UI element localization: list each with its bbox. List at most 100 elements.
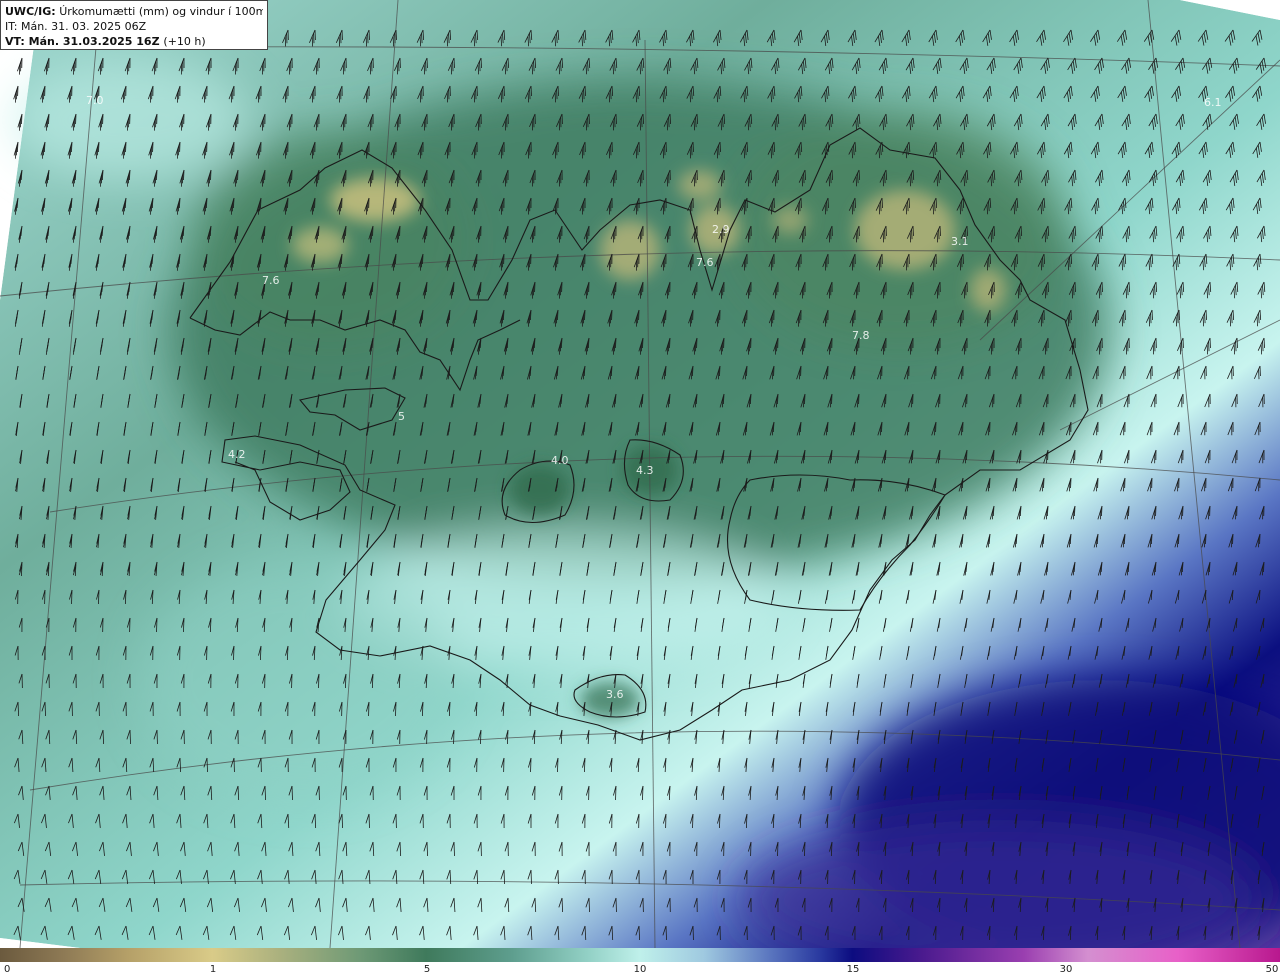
wind-barb-feather: [1263, 337, 1265, 349]
wind-barb-feather: [528, 316, 530, 327]
wind-barb-feather: [1178, 309, 1180, 321]
wind-barb-feather: [1177, 537, 1179, 548]
wind-barb-feather: [1101, 281, 1103, 293]
wind-barb-feather: [938, 453, 940, 464]
wind-barb-feather: [1100, 285, 1102, 296]
wind-barb-feather: [231, 204, 233, 215]
wind-barb-feather: [1073, 509, 1075, 520]
wind-barb-feather: [716, 148, 719, 159]
wind-barb-feather: [1015, 257, 1017, 268]
wind-barb-feather: [939, 449, 941, 461]
wind-barb-feather: [1260, 344, 1263, 355]
wind-barb-feather: [155, 173, 157, 184]
wind-barb-feather: [880, 201, 882, 212]
wind-barb-feather: [911, 453, 913, 464]
wind-barb-feather: [395, 253, 397, 265]
wind-barb-feather: [719, 141, 721, 153]
wind-barb-feather: [393, 260, 395, 271]
wind-barb-feather: [395, 29, 397, 41]
wind-barb-feather: [368, 253, 370, 265]
wind-barb-feather: [291, 225, 293, 237]
wind-barb-feather: [613, 344, 615, 355]
wind-barb-feather: [479, 285, 481, 296]
wind-barb-feather: [557, 309, 559, 321]
wind-barb-feather: [1098, 288, 1101, 299]
wind-barb-feather: [1016, 253, 1018, 265]
wind-barb-feather: [478, 288, 480, 299]
wind-barb-feather: [614, 117, 616, 128]
wind-barb-feather: [554, 92, 557, 103]
wind-barb-feather: [691, 369, 693, 380]
wind-barb-staff: [44, 701, 46, 717]
wind-barb-feather: [804, 169, 806, 181]
wind-barb-feather: [614, 341, 616, 352]
wind-barb-feather: [317, 229, 319, 240]
wind-barb-feather: [642, 113, 644, 125]
wind-barb-feather: [612, 120, 615, 131]
wind-barb-feather: [989, 477, 991, 489]
wind-barb-feather: [480, 281, 482, 293]
wind-barb-feather: [692, 141, 694, 153]
wind-barb-feather: [615, 337, 617, 349]
wind-barb-feather: [1236, 561, 1238, 573]
wind-barb-feather: [939, 225, 941, 237]
wind-barb-feather: [938, 229, 940, 240]
wind-barb-feather: [318, 225, 320, 237]
wind-barb-feather: [1015, 481, 1017, 492]
wind-barb-feather: [556, 89, 558, 100]
wind-barb-feather: [154, 176, 156, 187]
wind-barb-feather: [615, 113, 617, 125]
wind-barb-feather: [776, 397, 778, 408]
wind-barb-feather: [1175, 316, 1178, 327]
wind-barb-feather: [477, 64, 480, 75]
wind-barb-feather: [453, 281, 455, 293]
wind-barb-feather: [1235, 565, 1237, 576]
wind-barb-feather: [233, 197, 235, 209]
wind-barb-feather: [479, 61, 481, 72]
wind-barb-feather: [1151, 533, 1153, 545]
wind-barb-feather: [689, 148, 692, 159]
wind-barb-feather: [774, 176, 777, 187]
wind-barb-feather: [641, 117, 643, 128]
wind-barb-feather: [451, 288, 453, 299]
wind-barb-feather: [529, 313, 531, 324]
wind-barb-feather: [912, 449, 914, 461]
wind-barb-feather: [801, 176, 804, 187]
wind-barb-feather: [1262, 341, 1264, 352]
wind-barb-feather: [316, 232, 318, 243]
wind-barb-feather: [853, 201, 855, 212]
wind-barb-feather: [639, 120, 642, 131]
wind-barb-feather: [452, 285, 454, 296]
wind-barb-feather: [555, 316, 557, 327]
wind-barb-feather: [1233, 344, 1236, 355]
wind-barb-feather: [1013, 260, 1016, 271]
wind-barb-feather: [1236, 337, 1238, 349]
wind-barb-feather: [803, 173, 805, 184]
wind-barb-feather: [854, 197, 856, 209]
wind-barb-feather: [718, 145, 720, 156]
wind-barb-feather: [853, 425, 855, 436]
wind-barb-feather: [366, 260, 368, 271]
wind-barb-feather: [232, 201, 234, 212]
wind-barb-feather: [556, 313, 558, 324]
wind-barb-feather: [988, 481, 990, 492]
wind-barb-feather: [1178, 533, 1180, 545]
wind-barb-feather: [777, 169, 779, 181]
wind-barb-feather: [557, 85, 559, 97]
wind-barb-feather: [289, 232, 291, 243]
wind-barb-feather: [69, 148, 71, 159]
wind-barb-feather: [290, 229, 292, 240]
wind-barb-feather: [156, 169, 158, 181]
wind-barb-feather: [1177, 313, 1179, 324]
wind-barb-feather: [394, 257, 396, 268]
wind-barb-feather: [71, 141, 73, 153]
wind-barb-feather: [1016, 477, 1018, 489]
wind-barb-feather: [392, 36, 395, 47]
wind-barb-feather: [70, 145, 72, 156]
wind-barb-feather: [480, 57, 482, 69]
wind-barb-feather: [1235, 341, 1237, 352]
wind-barb-feather: [776, 173, 778, 184]
wind-barb-feather: [1074, 505, 1076, 517]
map-canvas[interactable]: 7.0 6.1 7.6 2.9 7.6 3.1 7.8 5 4.2 4.0 4.…: [0, 0, 1280, 948]
wind-barb-feather: [854, 421, 856, 433]
